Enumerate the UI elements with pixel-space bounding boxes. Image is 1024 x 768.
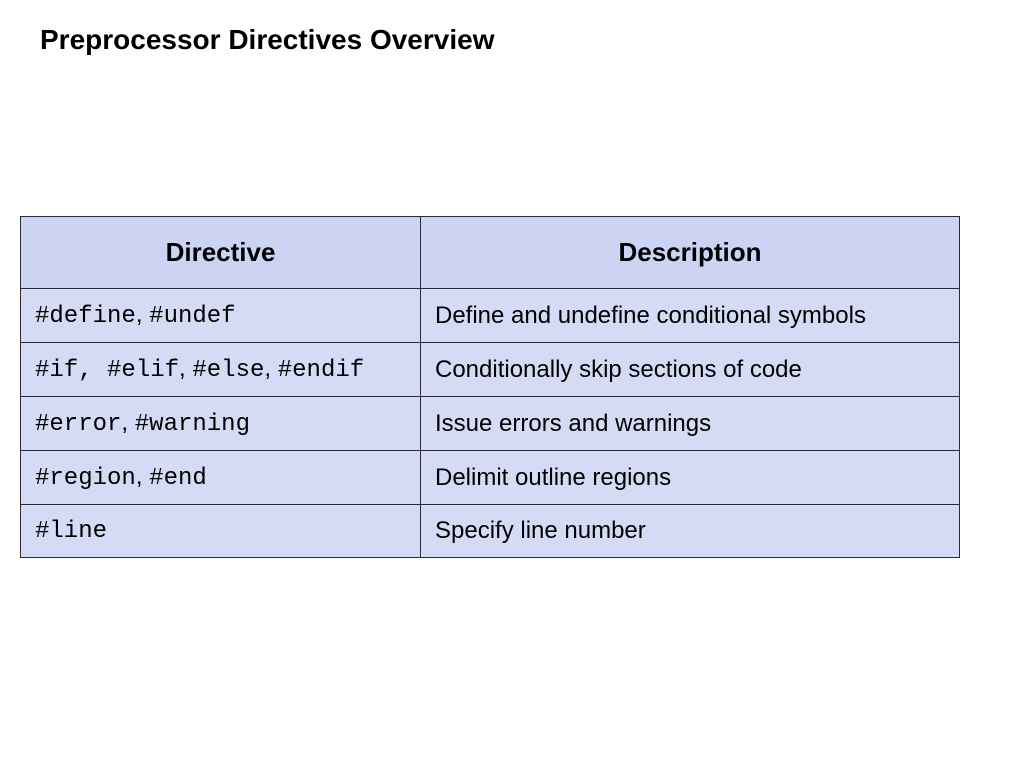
table-row: #if, #elif, #else, #endif Conditionally …	[21, 343, 960, 397]
cell-description: Define and undefine conditional symbols	[421, 289, 960, 343]
table-row: #define, #undef Define and undefine cond…	[21, 289, 960, 343]
page-title: Preprocessor Directives Overview	[0, 0, 1024, 56]
cell-description: Issue errors and warnings	[421, 397, 960, 451]
col-header-directive: Directive	[21, 217, 421, 289]
table-row: #region, #end Delimit outline regions	[21, 451, 960, 505]
directives-table: Directive Description #define, #undef De…	[20, 216, 960, 558]
cell-description: Delimit outline regions	[421, 451, 960, 505]
cell-directive: #line	[21, 505, 421, 558]
table-row: #line Specify line number	[21, 505, 960, 558]
cell-directive: #define, #undef	[21, 289, 421, 343]
cell-directive: #region, #end	[21, 451, 421, 505]
cell-directive: #if, #elif, #else, #endif	[21, 343, 421, 397]
cell-description: Conditionally skip sections of code	[421, 343, 960, 397]
col-header-description: Description	[421, 217, 960, 289]
table-row: #error, #warning Issue errors and warnin…	[21, 397, 960, 451]
cell-description: Specify line number	[421, 505, 960, 558]
table-header-row: Directive Description	[21, 217, 960, 289]
cell-directive: #error, #warning	[21, 397, 421, 451]
directives-table-wrap: Directive Description #define, #undef De…	[20, 216, 960, 558]
